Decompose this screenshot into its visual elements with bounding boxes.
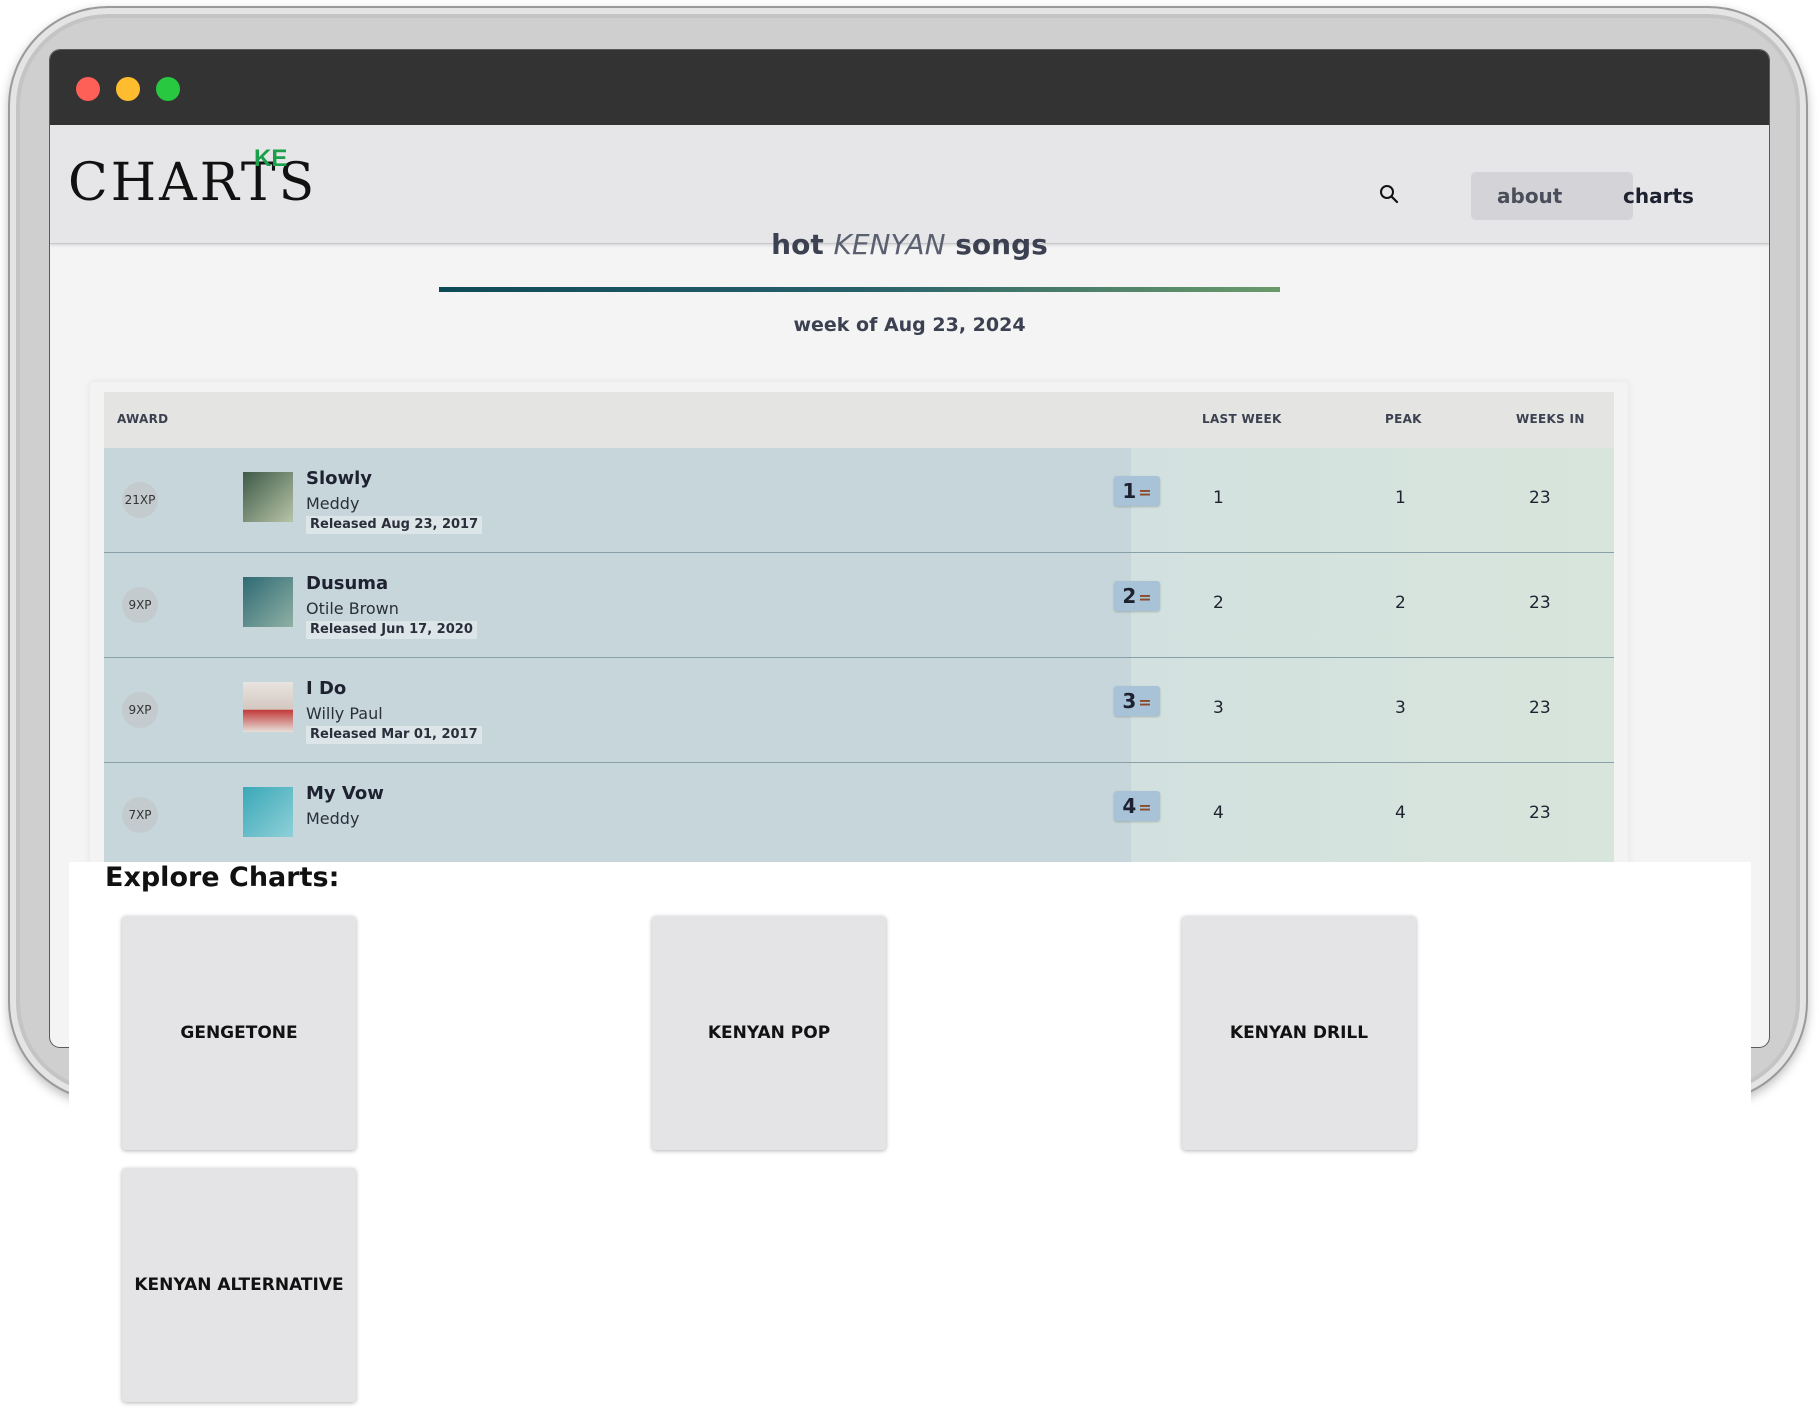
position-change: =: [1138, 798, 1152, 817]
title-emphasis: KENYAN: [833, 228, 946, 261]
table-header: AWARD LAST WEEK PEAK WEEKS IN: [104, 392, 1614, 448]
position-number: 3: [1122, 689, 1137, 713]
window-titlebar: [50, 50, 1769, 125]
last-week-value: 3: [1213, 698, 1224, 718]
search-icon[interactable]: [1378, 183, 1400, 205]
last-week-value: 2: [1213, 593, 1224, 613]
award-badge: 9XP: [122, 587, 158, 623]
last-week-value: 1: [1213, 488, 1224, 508]
maximize-window-button[interactable]: [156, 77, 180, 101]
minimize-window-button[interactable]: [116, 77, 140, 101]
charts-nav-button[interactable]: charts: [1597, 172, 1767, 220]
song-title[interactable]: Dusuma: [306, 573, 388, 594]
weeks-in-value: 23: [1529, 593, 1551, 613]
weeks-in-value: 23: [1529, 698, 1551, 718]
album-cover: [243, 787, 293, 837]
column-header-weeks-in: WEEKS IN: [1516, 412, 1585, 426]
table-row[interactable]: 7XP My Vow Meddy 4 = 4 4 23: [104, 763, 1614, 868]
chart-week-label: week of Aug 23, 2024: [793, 314, 1026, 336]
position-badge: 2 =: [1114, 581, 1160, 611]
page-title: hot KENYAN songs: [0, 228, 1819, 261]
album-cover: [243, 682, 293, 732]
position-change: =: [1138, 588, 1152, 607]
title-underline: [439, 287, 1280, 292]
release-date: Released Jun 17, 2020: [306, 621, 477, 639]
position-number: 4: [1122, 794, 1137, 818]
table-row[interactable]: 9XP Dusuma Otile Brown Released Jun 17, …: [104, 553, 1614, 658]
title-prefix: hot: [771, 228, 824, 261]
artist-name[interactable]: Meddy: [306, 809, 359, 828]
position-number: 1: [1122, 479, 1137, 503]
close-window-button[interactable]: [76, 77, 100, 101]
release-date: Released Aug 23, 2017: [306, 516, 483, 534]
song-title[interactable]: Slowly: [306, 468, 372, 489]
album-cover: [243, 577, 293, 627]
explore-charts-heading: Explore Charts:: [105, 862, 340, 893]
artist-name[interactable]: Willy Paul: [306, 704, 383, 723]
position-badge: 1 =: [1114, 476, 1160, 506]
release-date: Released Mar 01, 2017: [306, 726, 482, 744]
chart-tile-kenyan-pop[interactable]: KENYAN POP: [652, 916, 886, 1150]
logo-country-code: KE: [254, 145, 288, 172]
title-suffix: songs: [955, 228, 1048, 261]
last-week-value: 4: [1213, 803, 1224, 823]
weeks-in-value: 23: [1529, 803, 1551, 823]
album-cover: [243, 472, 293, 522]
column-header-peak: PEAK: [1385, 412, 1422, 426]
artist-name[interactable]: Otile Brown: [306, 599, 399, 618]
artist-name[interactable]: Meddy: [306, 494, 359, 513]
position-change: =: [1138, 483, 1152, 502]
song-title[interactable]: I Do: [306, 678, 346, 699]
position-number: 2: [1122, 584, 1137, 608]
award-badge: 9XP: [122, 692, 158, 728]
position-badge: 4 =: [1114, 791, 1160, 821]
position-badge: 3 =: [1114, 686, 1160, 716]
peak-value: 1: [1395, 488, 1406, 508]
song-title[interactable]: My Vow: [306, 783, 384, 804]
column-header-award: AWARD: [117, 412, 169, 426]
award-badge: 21XP: [122, 482, 158, 518]
top-navbar: CHARTS KE about charts: [50, 125, 1769, 244]
table-row[interactable]: 21XP Slowly Meddy Released Aug 23, 2017 …: [104, 448, 1614, 553]
table-row[interactable]: 9XP I Do Willy Paul Released Mar 01, 201…: [104, 658, 1614, 763]
position-change: =: [1138, 693, 1152, 712]
award-badge: 7XP: [122, 797, 158, 833]
peak-value: 2: [1395, 593, 1406, 613]
explore-charts-section: Explore Charts: GENGETONE KENYAN POP KEN…: [69, 862, 1751, 1420]
chart-tile-kenyan-drill[interactable]: KENYAN DRILL: [1182, 916, 1416, 1150]
chart-tile-kenyan-alternative[interactable]: KENYAN ALTERNATIVE: [122, 1168, 356, 1402]
peak-value: 3: [1395, 698, 1406, 718]
weeks-in-value: 23: [1529, 488, 1551, 508]
column-header-last-week: LAST WEEK: [1202, 412, 1282, 426]
chart-tile-gengetone[interactable]: GENGETONE: [122, 916, 356, 1150]
peak-value: 4: [1395, 803, 1406, 823]
